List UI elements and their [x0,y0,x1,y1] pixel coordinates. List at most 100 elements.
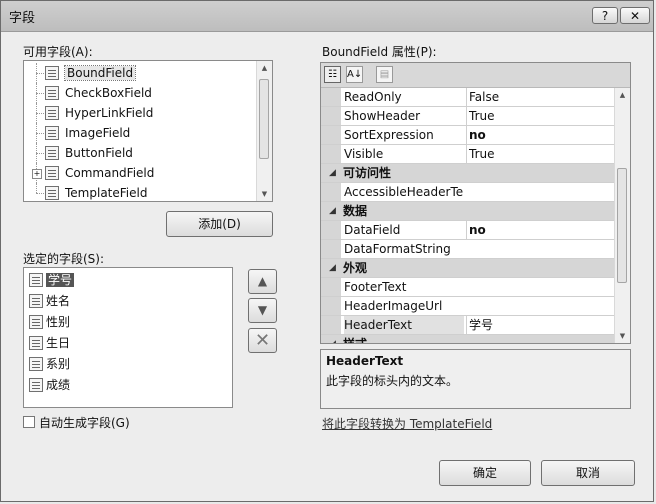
property-description: HeaderText 此字段的标头内的文本。 [320,349,631,409]
tree-item-hyperlinkfield[interactable]: HyperLinkField [24,103,258,123]
description-title: HeaderText [326,354,404,368]
ok-button[interactable]: 确定 [439,460,531,486]
scroll-down-icon[interactable]: ▼ [257,187,272,201]
scroll-up-icon[interactable]: ▲ [615,88,630,102]
tree-item-imagefield[interactable]: ImageField [24,123,258,143]
list-item-label: 性别 [46,315,71,329]
list-item[interactable]: 系别 [24,354,232,375]
property-category[interactable]: ◢ 样式 [321,335,616,343]
selected-fields-label: 选定的字段(S): [23,252,105,266]
list-item-label: 系别 [46,357,71,371]
tree-item-label: ButtonField [65,146,133,160]
arrow-down-icon: ▼ [257,303,268,317]
bound-field-icon [29,357,43,371]
scroll-thumb[interactable] [617,168,627,283]
property-scrollbar[interactable]: ▲ ▼ [614,88,630,343]
tree-item-label: HyperLinkField [65,106,154,120]
scroll-up-icon[interactable]: ▲ [257,61,272,75]
tree-item-commandfield[interactable]: + CommandField [24,163,258,183]
property-row[interactable]: DataFormatString [321,240,616,259]
tree-item-label: CheckBoxField [65,86,152,100]
property-row[interactable]: HeaderText 学号 [321,316,616,335]
list-item[interactable]: 性别 [24,312,232,333]
arrow-up-icon: ▲ [257,274,268,288]
property-category[interactable]: ◢ 外观 [321,259,616,278]
available-fields-scrollbar[interactable]: ▲ ▼ [256,61,272,201]
scroll-thumb[interactable] [259,79,269,159]
tree-item-checkboxfield[interactable]: CheckBoxField [24,83,258,103]
property-row[interactable]: ShowHeader True [321,107,616,126]
property-value[interactable]: no [466,126,616,144]
property-name: ShowHeader [344,109,421,123]
scroll-down-icon[interactable]: ▼ [615,329,630,343]
property-row[interactable]: ReadOnly False [321,88,616,107]
move-down-button[interactable]: ▼ [248,298,277,323]
properties-label: BoundField 属性(P): [322,45,437,59]
available-fields-tree[interactable]: BoundField CheckBoxField HyperLinkField … [23,60,273,202]
delete-button[interactable]: ✕ [248,328,277,353]
tree-item-label: ImageField [65,126,131,140]
property-name: AccessibleHeaderTe [344,185,464,199]
property-value[interactable]: no [466,221,616,239]
move-up-button[interactable]: ▲ [248,269,277,294]
delete-icon: ✕ [254,330,271,351]
list-item-label: 生日 [46,336,71,350]
property-toolbar: ☷ A↓ ▤ [321,63,630,88]
property-row[interactable]: Visible True [321,145,616,164]
image-field-icon [45,126,59,140]
bound-field-icon [29,336,43,350]
hyperlink-field-icon [45,106,59,120]
cancel-button[interactable]: 取消 [541,460,635,486]
add-button[interactable]: 添加(D) [166,211,273,237]
property-category[interactable]: ◢ 数据 [321,202,616,221]
list-item-label: 成绩 [46,378,71,392]
sort-alphabetical-icon[interactable]: A↓ [346,66,363,83]
title-bar: 字段 ? ✕ [1,1,653,32]
list-item[interactable]: 学号 [24,270,232,291]
collapse-icon[interactable]: ◢ [329,335,336,343]
property-row[interactable]: AccessibleHeaderTe [321,183,616,202]
property-value[interactable]: 学号 [466,316,616,334]
property-value[interactable]: True [466,107,616,125]
tree-item-boundfield[interactable]: BoundField [24,63,258,83]
collapse-icon[interactable]: ◢ [329,164,336,182]
list-item[interactable]: 生日 [24,333,232,354]
categorized-icon[interactable]: ☷ [324,66,341,83]
property-name: HeaderImageUrl [344,299,443,313]
list-item-label: 学号 [46,273,75,287]
button-field-icon [45,146,59,160]
property-name: FooterText [344,280,407,294]
category-label: 数据 [343,204,368,218]
property-value[interactable]: False [466,88,616,106]
property-value[interactable]: True [466,145,616,163]
property-row[interactable]: SortExpression no [321,126,616,145]
category-label: 外观 [343,261,368,275]
window-title: 字段 [9,11,36,26]
tree-item-label: CommandField [65,166,155,180]
property-grid[interactable]: ☷ A↓ ▤ ReadOnly False ShowHeader True Sort… [320,62,631,344]
selected-fields-list[interactable]: 学号 姓名 性别 生日 系别 成绩 [23,267,233,408]
property-row[interactable]: HeaderImageUrl [321,297,616,316]
description-text: 此字段的标头内的文本。 [326,374,459,388]
expand-icon[interactable]: + [32,169,42,179]
tree-item-buttonfield[interactable]: ButtonField [24,143,258,163]
collapse-icon[interactable]: ◢ [329,202,336,220]
help-button[interactable]: ? [592,7,618,24]
property-row[interactable]: DataField no [321,221,616,240]
auto-generate-label: 自动生成字段(G) [39,416,130,430]
list-item[interactable]: 姓名 [24,291,232,312]
auto-generate-checkbox[interactable] [23,416,35,428]
bound-field-icon [45,66,59,80]
collapse-icon[interactable]: ◢ [329,259,336,277]
list-item-label: 姓名 [46,294,71,308]
list-item[interactable]: 成绩 [24,375,232,396]
bound-field-icon [29,294,43,308]
property-pages-icon[interactable]: ▤ [376,66,393,83]
property-row[interactable]: FooterText [321,278,616,297]
convert-template-link[interactable]: 将此字段转换为 TemplateField [322,415,492,432]
tree-item-templatefield[interactable]: TemplateField [24,183,258,201]
close-button[interactable]: ✕ [620,7,650,24]
property-category[interactable]: ◢ 可访问性 [321,164,616,183]
command-field-icon [45,166,59,180]
checkbox-field-icon [45,86,59,100]
